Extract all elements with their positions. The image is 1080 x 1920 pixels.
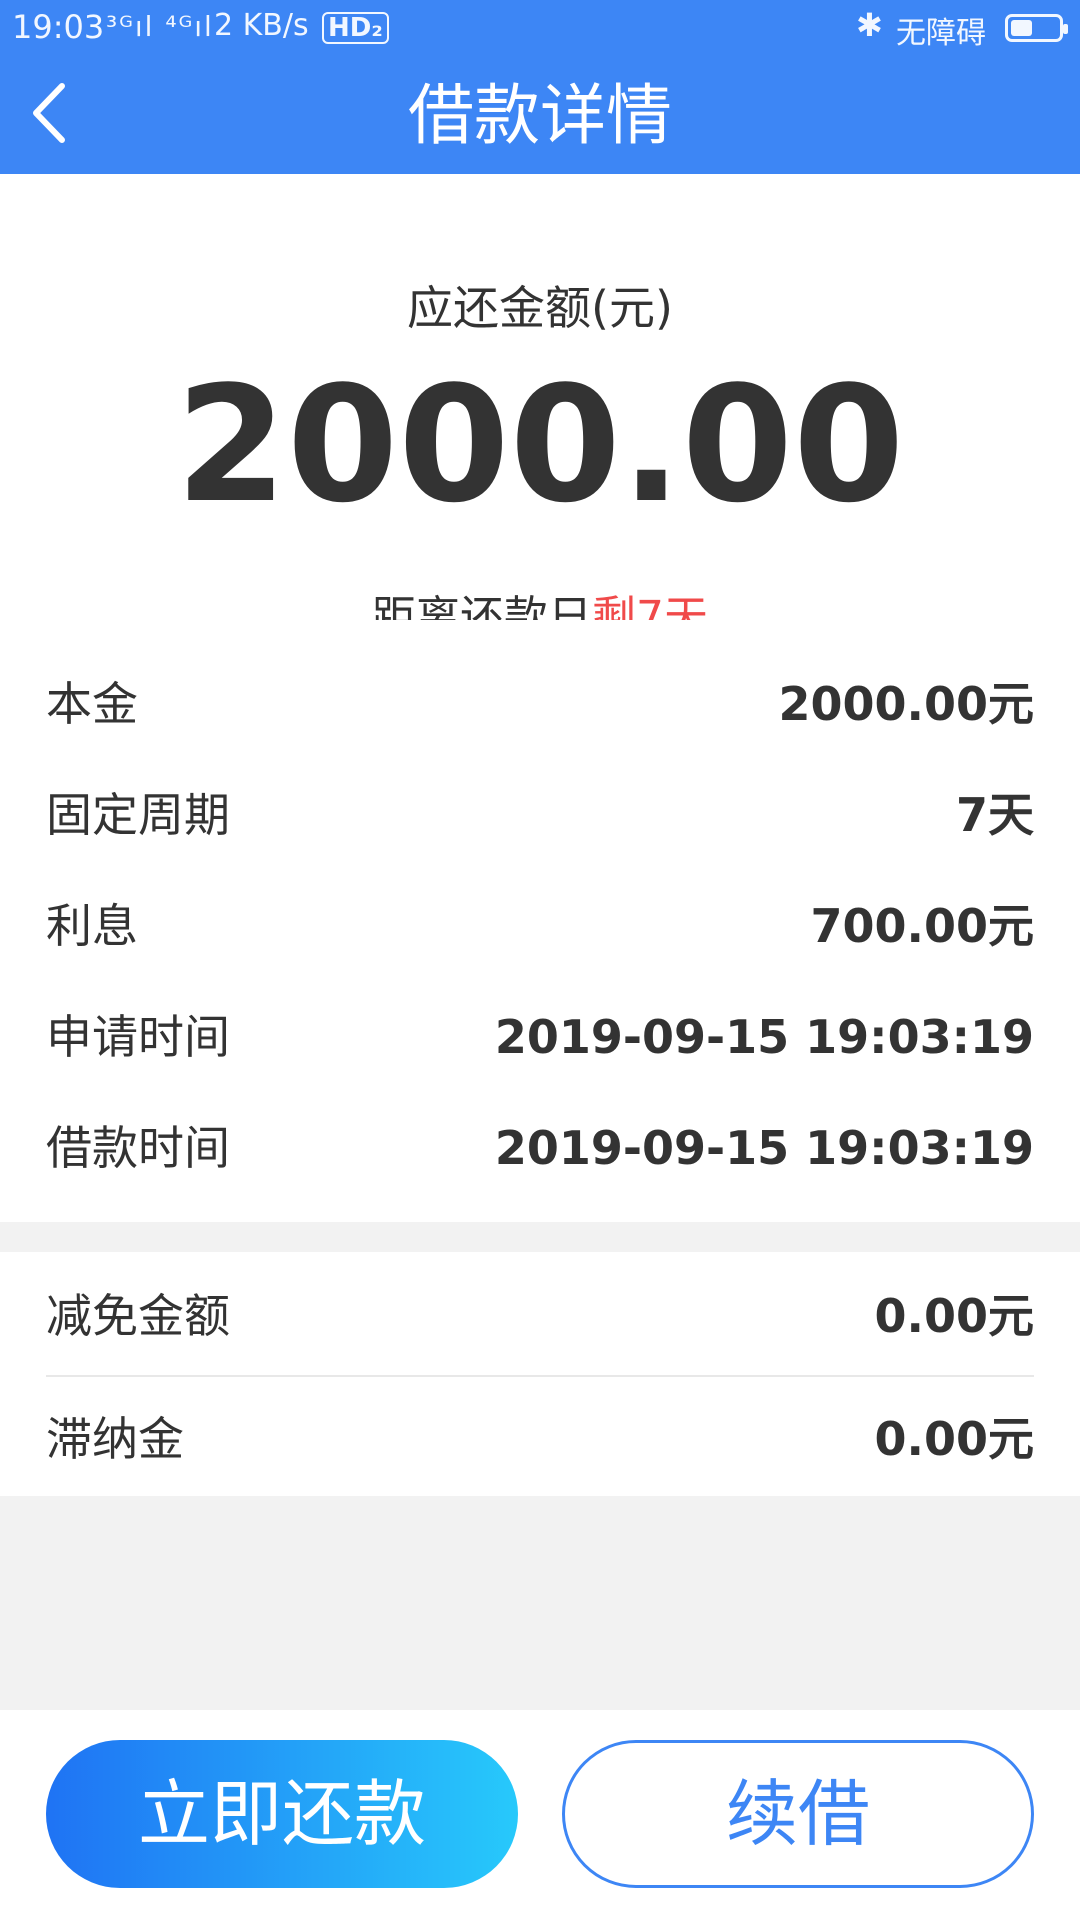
detail-row-principal: 本金 2000.00元	[46, 664, 1034, 744]
detail-value: 700.00元	[810, 899, 1034, 953]
detail-row-apply-time: 申请时间 2019-09-15 19:03:19	[46, 997, 1034, 1077]
detail-label: 申请时间	[46, 1010, 230, 1064]
battery-level	[1011, 20, 1032, 36]
detail-row-period: 固定周期 7天	[46, 775, 1034, 855]
detail-row-loan-time: 借款时间 2019-09-15 19:03:19	[46, 1108, 1034, 1188]
network-speed: 2 KB/s	[214, 8, 309, 43]
app-header: 19:03 ³ᴳıl ⁴ᴳıl 2 KB/s HD₂ ✱ 无障碍 借款详情	[0, 0, 1080, 174]
bluetooth-icon: ✱	[856, 6, 883, 44]
detail-row-reduction: 减免金额 0.00元	[46, 1276, 1034, 1356]
page-title: 借款详情	[408, 77, 672, 154]
renew-loan-button[interactable]: 续借	[562, 1740, 1034, 1888]
detail-value: 0.00元	[874, 1289, 1035, 1343]
detail-label: 固定周期	[46, 788, 230, 842]
detail-value: 0.00元	[874, 1412, 1035, 1466]
due-date-notice: 距离还款日剩7天	[0, 590, 1080, 620]
detail-label: 减免金额	[46, 1289, 230, 1343]
accessibility-label: 无障碍	[896, 16, 986, 51]
signal-icon: ³ᴳıl ⁴ᴳıl	[106, 10, 214, 43]
due-prefix: 距离还款日	[372, 592, 592, 620]
detail-value: 2019-09-15 19:03:19	[494, 1121, 1034, 1175]
detail-row-late-fee: 滞纳金 0.00元	[46, 1399, 1034, 1479]
amount-due-label: 应还金额(元)	[407, 281, 673, 335]
detail-label: 本金	[46, 677, 138, 731]
empty-area	[0, 1496, 1080, 1710]
status-bar: 19:03 ³ᴳıl ⁴ᴳıl 2 KB/s HD₂ ✱ 无障碍	[0, 0, 1080, 54]
battery-icon	[1005, 14, 1068, 42]
detail-value: 7天	[955, 788, 1034, 842]
detail-value: 2019-09-15 19:03:19	[494, 1010, 1034, 1064]
due-remaining: 剩7天	[592, 592, 708, 620]
detail-value: 2000.00元	[778, 677, 1034, 731]
row-divider	[46, 1375, 1034, 1377]
section-divider	[0, 1222, 1080, 1252]
repay-now-button[interactable]: 立即还款	[46, 1740, 518, 1888]
hd-icon: HD₂	[322, 12, 389, 44]
amount-due-value: 2000.00	[175, 351, 905, 538]
status-time: 19:03	[12, 8, 105, 46]
detail-label: 利息	[46, 899, 138, 953]
detail-row-interest: 利息 700.00元	[46, 886, 1034, 966]
detail-label: 滞纳金	[46, 1412, 184, 1466]
detail-label: 借款时间	[46, 1121, 230, 1175]
